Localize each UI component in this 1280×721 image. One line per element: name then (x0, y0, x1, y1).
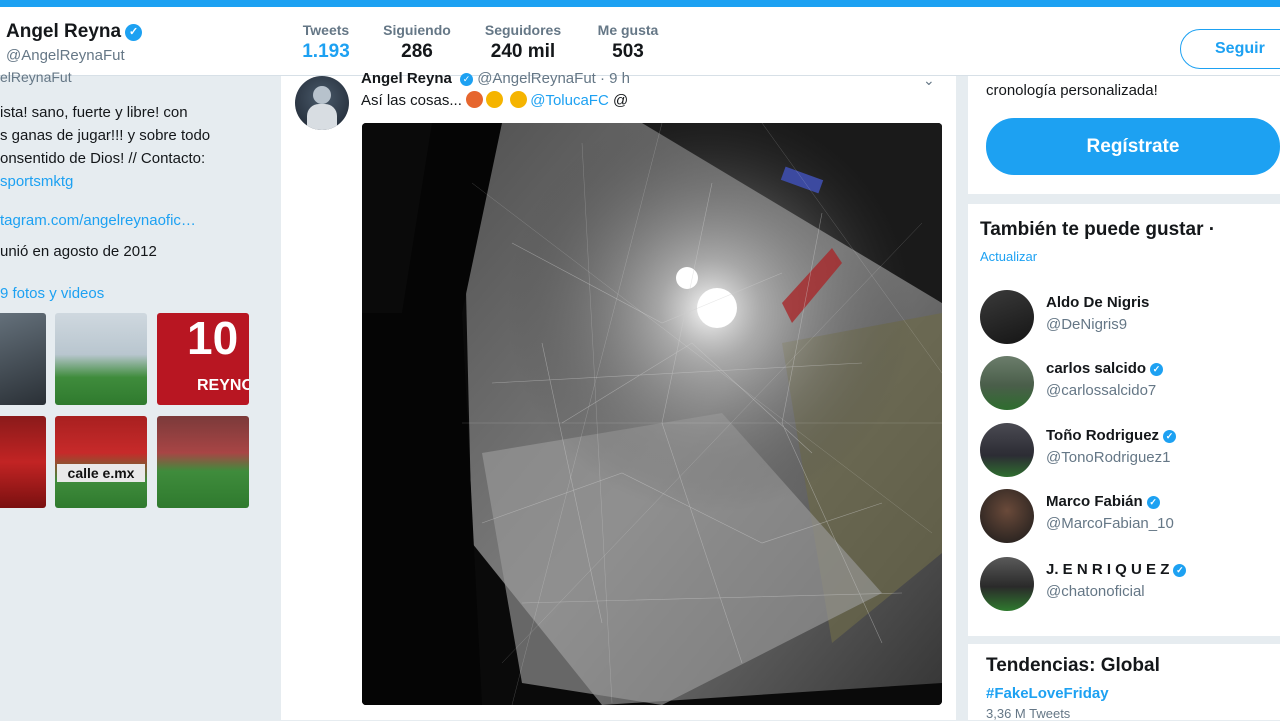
media-thumbnail-2[interactable] (55, 313, 147, 405)
tweet-photo-broken-window[interactable] (362, 123, 942, 705)
tweet-author-avatar[interactable] (295, 76, 349, 130)
suggestion-item[interactable]: Marco Fabián ✓ @MarcoFabian_10 (980, 489, 1270, 545)
stat-likes[interactable]: Me gusta 503 (588, 22, 668, 63)
profile-name: Angel Reyna ✓ (6, 21, 143, 43)
sad-emoji-icon (486, 91, 504, 108)
verified-badge-icon: ✓ (1150, 363, 1164, 376)
right-sidebar: cronología personalizada! Regístrate Tam… (968, 76, 1280, 721)
broken-glass-photo (362, 123, 942, 705)
jersey-number-text: 10 (187, 313, 239, 364)
profile-joined-date: unió en agosto de 2012 (0, 243, 157, 260)
signup-button[interactable]: Regístrate (986, 118, 1280, 175)
signup-description: cronología personalizada! (986, 82, 1158, 99)
verified-badge-icon: ✓ (1173, 564, 1187, 577)
banner-text: calle e.mx (57, 464, 145, 482)
suggestion-handle: @DeNigris9 (1046, 316, 1128, 333)
jersey-name-text: REYNO (197, 377, 249, 394)
tweet-feed: Angel Reyna ✓ @AngelReynaFut · 9 h ⌄ Así… (281, 70, 956, 720)
refresh-suggestions-link[interactable]: Actualizar (980, 249, 1037, 264)
avatar[interactable] (980, 557, 1034, 611)
stat-following[interactable]: Siguiendo 286 (375, 22, 459, 63)
verified-badge-icon: ✓ (125, 24, 143, 41)
media-thumbnail-6[interactable] (157, 416, 249, 508)
top-accent-stripe (0, 0, 1280, 7)
tweet-text: Así las cosas... @TolucaFC @ (361, 91, 629, 109)
who-to-follow-title: También te puede gustar · (980, 219, 1216, 240)
suggestion-item[interactable]: Aldo De Nigris @DeNigris9 (980, 290, 1270, 346)
tweet-author-name[interactable]: Angel Reyna (361, 70, 452, 87)
verified-badge-icon: ✓ (460, 73, 474, 86)
suggestion-name[interactable]: Aldo De Nigris (1046, 294, 1149, 311)
profile-sidebar: elReynaFut ista! sano, fuerte y libre! c… (0, 69, 270, 720)
suggestion-item[interactable]: J. E N R I Q U E Z ✓ @chatonoficial (980, 557, 1270, 613)
media-thumbnail-4[interactable] (0, 416, 46, 508)
avatar[interactable] (980, 356, 1034, 410)
avatar[interactable] (980, 290, 1034, 344)
photos-videos-link[interactable]: 9 fotos y videos (0, 285, 104, 302)
bio-line-3: onsentido de Dios! // Contacto: (0, 150, 206, 167)
tweet-timestamp[interactable]: · 9 h (600, 70, 630, 87)
avatar[interactable] (980, 489, 1034, 543)
tweet-author-handle[interactable]: @AngelReynaFut (477, 70, 596, 87)
stat-followers[interactable]: Seguidores 240 mil (475, 22, 571, 63)
suggestion-item[interactable]: carlos salcido ✓ @carlossalcido7 (980, 356, 1270, 412)
signup-panel: cronología personalizada! Regístrate (968, 76, 1280, 194)
bio-contact-link[interactable]: sportsmktg (0, 173, 73, 190)
media-thumbnail-3[interactable]: 10 REYNO (157, 313, 249, 405)
tweet-header: Angel Reyna ✓ @AngelReynaFut · 9 h (361, 70, 630, 87)
stat-tweets[interactable]: Tweets 1.193 (281, 22, 371, 63)
media-thumbnail-1[interactable] (0, 313, 46, 405)
profile-website-link[interactable]: tagram.com/angelreynaofic… (0, 212, 196, 229)
media-thumbnail-5[interactable]: calle e.mx (55, 416, 147, 508)
suggestion-handle: @MarcoFabian_10 (1046, 515, 1174, 532)
bio-line-1: ista! sano, fuerte y libre! con (0, 104, 188, 121)
suggestion-name[interactable]: Toño Rodriguez ✓ (1046, 427, 1177, 444)
follow-button[interactable]: Seguir (1180, 29, 1280, 69)
verified-badge-icon: ✓ (1163, 430, 1177, 443)
suggestion-handle: @chatonoficial (1046, 583, 1145, 600)
profile-nav-bar: Angel Reyna ✓ @AngelReynaFut Tweets 1.193… (0, 7, 1280, 82)
suggestion-handle: @TonoRodriguez1 (1046, 449, 1171, 466)
suggestion-handle: @carlossalcido7 (1046, 382, 1157, 399)
suggestion-name[interactable]: J. E N R I Q U E Z ✓ (1046, 561, 1187, 578)
suggestion-name[interactable]: Marco Fabián ✓ (1046, 493, 1160, 510)
angry-emoji-icon (466, 91, 484, 108)
suggestion-item[interactable]: Toño Rodriguez ✓ @TonoRodriguez1 (980, 423, 1270, 479)
tweet-mention-link[interactable]: @TolucaFC (530, 92, 609, 109)
chevron-down-icon[interactable]: ⌄ (923, 72, 935, 89)
unamused-emoji-icon (510, 91, 528, 108)
verified-badge-icon: ✓ (1146, 496, 1160, 509)
profile-handle-partial: elReynaFut (0, 69, 72, 85)
bio-line-2: s ganas de jugar!!! y sobre todo (0, 127, 211, 144)
trends-title: Tendencias: Global (986, 655, 1160, 676)
profile-handle[interactable]: @AngelReynaFut (6, 47, 125, 64)
suggestion-name[interactable]: carlos salcido ✓ (1046, 360, 1164, 377)
avatar[interactable] (980, 423, 1034, 477)
trend-tweet-count: 3,36 M Tweets (986, 706, 1071, 721)
trend-hashtag-link[interactable]: #FakeLoveFriday (986, 685, 1109, 702)
